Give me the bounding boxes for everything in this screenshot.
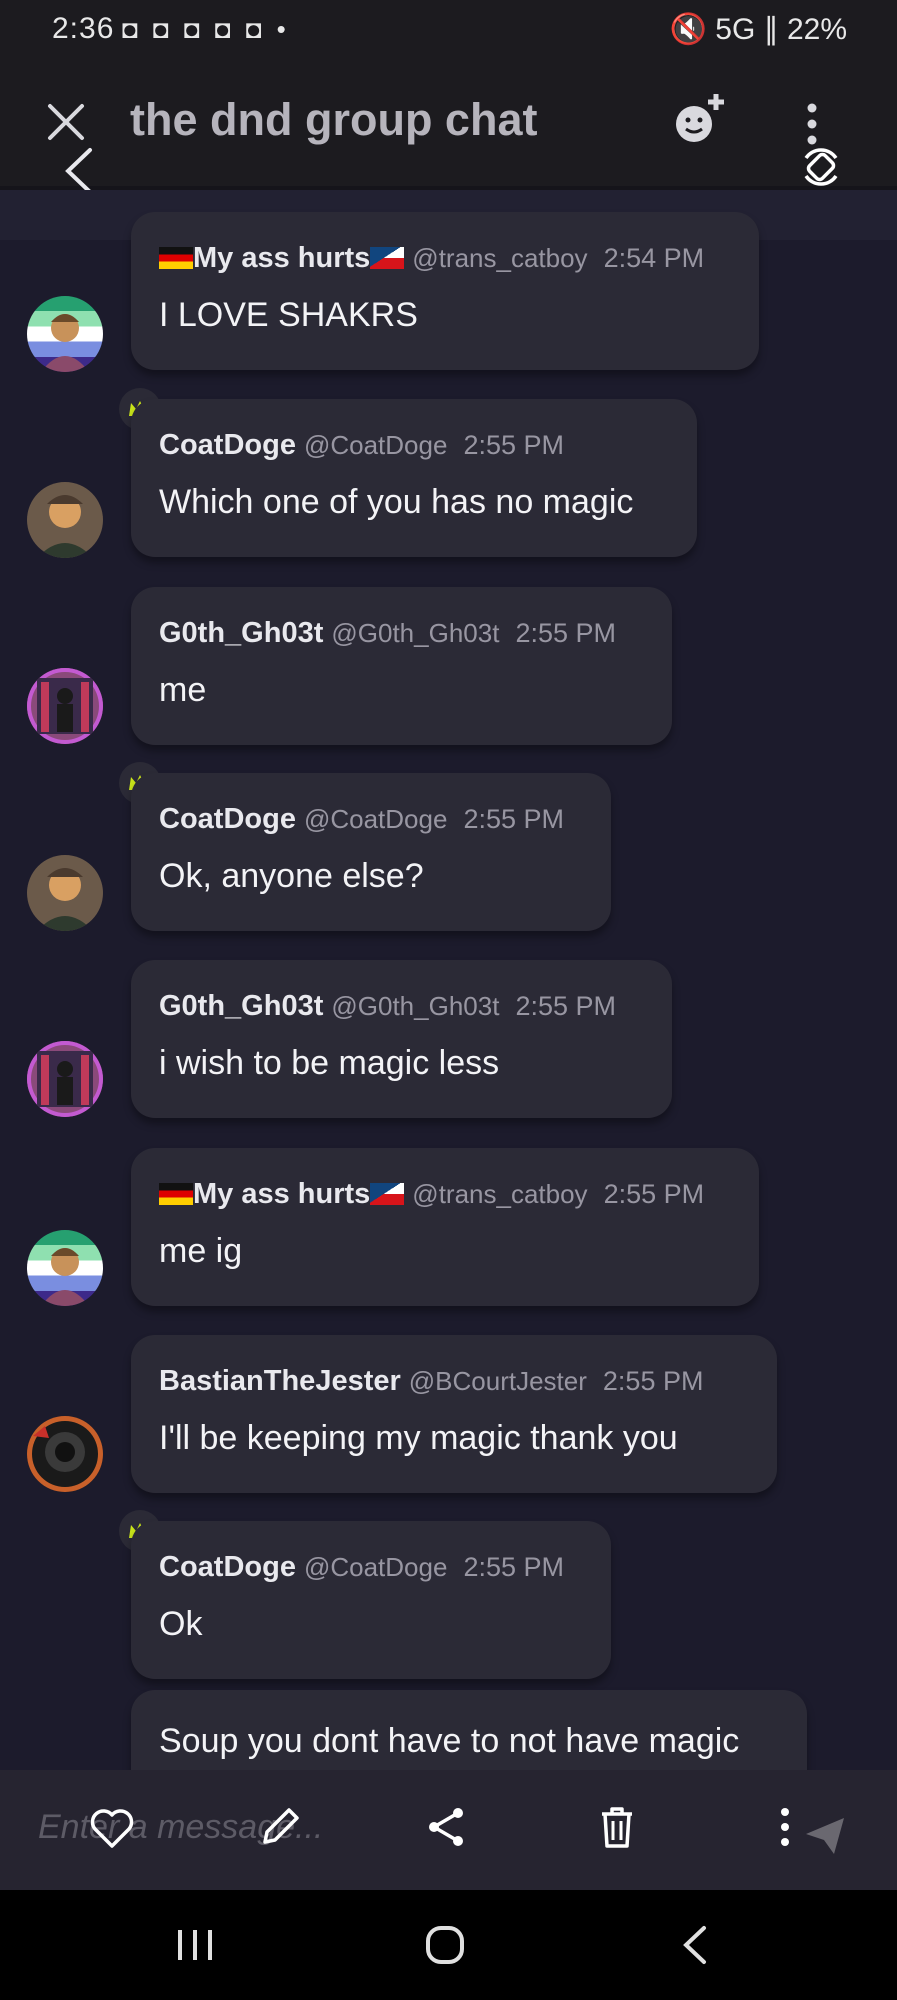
rotate-icon[interactable] bbox=[798, 144, 844, 190]
edit-icon[interactable] bbox=[255, 1802, 305, 1852]
user-handle: @CoatDoge bbox=[303, 804, 448, 834]
message-time: 2:55 PM bbox=[463, 1552, 564, 1582]
username[interactable]: BastianTheJester bbox=[159, 1365, 401, 1397]
message-text: I'll be keeping my magic thank you bbox=[159, 1419, 678, 1457]
message-time: 2:55 PM bbox=[463, 430, 564, 460]
germany-flag-icon bbox=[159, 247, 193, 269]
username[interactable]: G0th_Gh03t bbox=[159, 990, 323, 1022]
message-bubble[interactable]: My ass hurts @trans_catboy 2:55 PM me ig bbox=[131, 1148, 759, 1306]
message-meta: CoatDoge @CoatDoge 2:55 PM bbox=[159, 803, 564, 836]
back-icon[interactable] bbox=[672, 1920, 722, 1970]
heart-icon[interactable] bbox=[87, 1802, 137, 1852]
message-text: Ok, anyone else? bbox=[159, 857, 424, 895]
user-avatar[interactable] bbox=[27, 1041, 103, 1117]
message-meta: G0th_Gh03t @G0th_Gh03t 2:55 PM bbox=[159, 617, 616, 650]
message-meta: CoatDoge @CoatDoge 2:55 PM bbox=[159, 429, 564, 462]
chat-header: the dnd group chat bbox=[0, 60, 897, 194]
user-avatar[interactable] bbox=[27, 482, 103, 558]
message-bubble[interactable]: G0th_Gh03t @G0th_Gh03t 2:55 PM me bbox=[131, 587, 672, 745]
status-right: 🔇 5G ∥ 22% bbox=[669, 13, 847, 46]
recent-apps-icon[interactable] bbox=[170, 1920, 220, 1970]
message-meta: My ass hurts @trans_catboy 2:55 PM bbox=[159, 1178, 704, 1211]
message-bubble[interactable]: CoatDoge @CoatDoge 2:55 PM Ok, anyone else… bbox=[131, 773, 611, 931]
chat-title: the dnd group chat bbox=[130, 94, 538, 145]
user-handle: @trans_catboy bbox=[412, 1179, 588, 1209]
message-text: Which one of you has no magic bbox=[159, 483, 634, 521]
message-bubble[interactable]: Soup you dont have to not have magic bbox=[131, 1690, 807, 1780]
message-time: 2:55 PM bbox=[515, 618, 616, 648]
system-nav-bar bbox=[0, 1890, 897, 2000]
username[interactable]: My ass hurts bbox=[193, 242, 370, 274]
send-icon[interactable] bbox=[800, 1810, 850, 1860]
message-bubble[interactable]: G0th_Gh03t @G0th_Gh03t 2:55 PM i wish to b… bbox=[131, 960, 672, 1118]
message-time: 2:55 PM bbox=[515, 991, 616, 1021]
message-time: 2:54 PM bbox=[603, 243, 705, 273]
user-handle: @G0th_Gh03t bbox=[331, 618, 500, 648]
message-time: 2:55 PM bbox=[463, 804, 564, 834]
notification-icons: ◘ ◘ ◘ ◘ ◘ • bbox=[122, 14, 290, 44]
message-bubble[interactable]: My ass hurts @trans_catboy 2:54 PM I LOVE … bbox=[131, 212, 759, 370]
message-time: 2:55 PM bbox=[602, 1366, 704, 1396]
user-handle: @trans_catboy bbox=[412, 243, 588, 273]
more-options-icon[interactable] bbox=[770, 1802, 800, 1852]
message-text: Ok bbox=[159, 1605, 203, 1643]
message-text: I LOVE SHAKRS bbox=[159, 296, 418, 334]
user-avatar[interactable] bbox=[27, 296, 103, 372]
message-meta: CoatDoge @CoatDoge 2:55 PM bbox=[159, 1551, 564, 1584]
user-avatar[interactable] bbox=[27, 668, 103, 744]
close-icon[interactable] bbox=[44, 100, 88, 144]
message-input-bar: Enter a message... bbox=[0, 1770, 897, 1890]
username[interactable]: My ass hurts bbox=[193, 1178, 370, 1210]
message-text: Soup you dont have to not have magic bbox=[159, 1722, 740, 1760]
delete-icon[interactable] bbox=[592, 1802, 642, 1852]
czech-flag-icon bbox=[370, 1183, 405, 1205]
message-text: i wish to be magic less bbox=[159, 1044, 500, 1082]
message-text: me ig bbox=[159, 1232, 243, 1270]
germany-flag-icon bbox=[159, 1183, 193, 1205]
message-time: 2:55 PM bbox=[603, 1179, 705, 1209]
home-icon[interactable] bbox=[420, 1920, 470, 1970]
message-bubble[interactable]: BastianTheJester @BCourtJester 2:55 PM I'l… bbox=[131, 1335, 777, 1493]
czech-flag-icon bbox=[370, 247, 405, 269]
status-bar: 2:36 ◘ ◘ ◘ ◘ ◘ • 🔇 5G ∥ 22% bbox=[0, 0, 897, 60]
user-avatar[interactable] bbox=[27, 1416, 103, 1492]
message-meta: My ass hurts @trans_catboy 2:54 PM bbox=[159, 242, 704, 275]
message-text: me bbox=[159, 671, 207, 709]
message-meta: G0th_Gh03t @G0th_Gh03t 2:55 PM bbox=[159, 990, 616, 1023]
username[interactable]: G0th_Gh03t bbox=[159, 617, 323, 649]
status-time: 2:36 bbox=[52, 12, 115, 45]
user-handle: @G0th_Gh03t bbox=[331, 991, 500, 1021]
message-bubble[interactable]: CoatDoge @CoatDoge 2:55 PM Which one of yo… bbox=[131, 399, 697, 557]
back-icon[interactable] bbox=[62, 146, 96, 196]
user-handle: @CoatDoge bbox=[303, 430, 448, 460]
message-meta: BastianTheJester @BCourtJester 2:55 PM bbox=[159, 1365, 703, 1398]
user-handle: @BCourtJester bbox=[408, 1366, 587, 1396]
user-handle: @CoatDoge bbox=[303, 1552, 448, 1582]
username[interactable]: CoatDoge bbox=[159, 803, 296, 835]
share-icon[interactable] bbox=[422, 1802, 472, 1852]
username[interactable]: CoatDoge bbox=[159, 1551, 296, 1583]
message-bubble[interactable]: CoatDoge @CoatDoge 2:55 PM Ok bbox=[131, 1521, 611, 1679]
user-avatar[interactable] bbox=[27, 1230, 103, 1306]
user-avatar[interactable] bbox=[27, 855, 103, 931]
username[interactable]: CoatDoge bbox=[159, 429, 296, 461]
add-member-icon[interactable] bbox=[670, 90, 730, 150]
